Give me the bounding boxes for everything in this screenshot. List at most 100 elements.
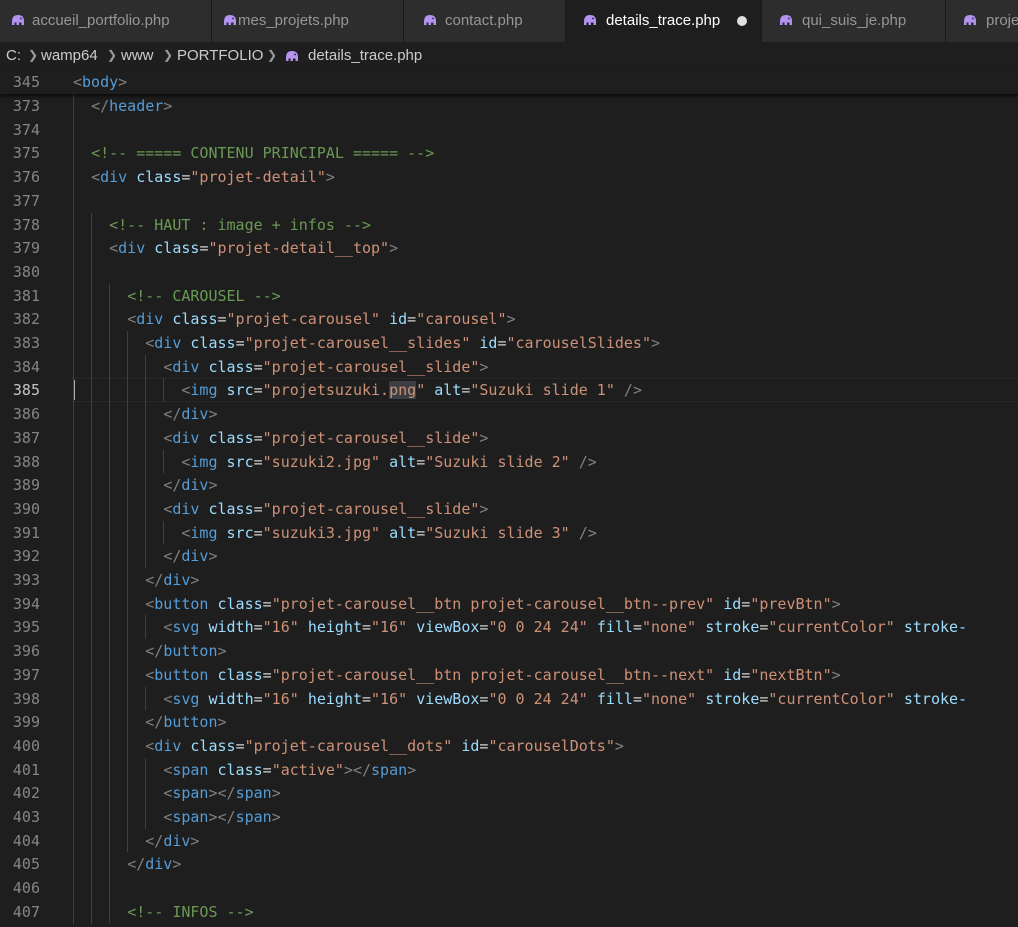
line-number: 384 xyxy=(12,357,40,376)
breadcrumb-folder-www[interactable]: www xyxy=(121,47,154,64)
code-line[interactable]: 384 <div class="projet-carousel__slide"> xyxy=(0,355,1018,379)
code-line[interactable]: 405 </div> xyxy=(0,852,1018,876)
php-elephant-icon xyxy=(12,15,24,25)
code-line[interactable]: 388 <img src="suzuki2.jpg" alt="Suzuki s… xyxy=(0,450,1018,474)
indent-guide xyxy=(163,449,164,474)
code-line[interactable]: 376 <div class="projet-detail"> xyxy=(0,165,1018,189)
code-line[interactable]: 385 <img src="projetsuzuki.png" alt="Suz… xyxy=(0,378,1018,403)
line-number: 407 xyxy=(12,902,40,921)
code-line[interactable]: 374 xyxy=(0,118,1018,142)
tab-label: accueil_portfolio.php xyxy=(32,12,170,29)
indent-guide xyxy=(163,520,164,545)
code-line[interactable]: 401 <span class="active"></span> xyxy=(0,758,1018,782)
chevron-right-icon: ❯ xyxy=(163,48,174,62)
code-text: <div class="projet-detail"> xyxy=(91,168,335,187)
code-line[interactable]: 395 <svg width="16" height="16" viewBox=… xyxy=(0,615,1018,639)
chevron-right-icon: ❯ xyxy=(28,48,39,62)
tab-mes-projets[interactable]: mes_projets.php xyxy=(212,0,404,42)
code-text: <span class="active"></span> xyxy=(163,760,417,779)
breadcrumb-drive[interactable]: C: xyxy=(6,47,21,64)
code-text: <span></span> xyxy=(163,784,281,803)
line-number: 374 xyxy=(12,120,40,139)
line-number: 404 xyxy=(12,831,40,850)
indent-guide xyxy=(145,615,146,640)
code-line[interactable]: 377 xyxy=(0,189,1018,213)
code-line[interactable]: 398 <svg width="16" height="16" viewBox=… xyxy=(0,687,1018,711)
line-number: 389 xyxy=(12,476,40,495)
code-text: <div class="projet-carousel__slide"> xyxy=(163,357,489,376)
tab-projets-partial[interactable]: proje xyxy=(946,0,1018,42)
tab-contact[interactable]: contact.php xyxy=(404,0,566,42)
code-line[interactable]: 390 <div class="projet-carousel__slide"> xyxy=(0,497,1018,521)
breadcrumb-file[interactable]: details_trace.php xyxy=(308,47,422,64)
tab-label: contact.php xyxy=(445,12,523,29)
tab-qui-suis-je[interactable]: qui_suis_je.php xyxy=(762,0,946,42)
line-number: 394 xyxy=(12,594,40,613)
code-line[interactable]: 403 <span></span> xyxy=(0,805,1018,829)
chevron-right-icon: ❯ xyxy=(267,48,278,62)
code-line[interactable]: 382 <div class="projet-carousel" id="car… xyxy=(0,307,1018,331)
line-number: 375 xyxy=(12,144,40,163)
code-line[interactable]: 399 </button> xyxy=(0,710,1018,734)
code-line[interactable]: 373 </header> xyxy=(0,94,1018,118)
indent-guide xyxy=(145,686,146,711)
code-line[interactable]: 389 </div> xyxy=(0,473,1018,497)
code-line[interactable]: 393 </div> xyxy=(0,568,1018,592)
code-text: <!-- HAUT : image + infos --> xyxy=(109,215,372,234)
code-line[interactable]: 391 <img src="suzuki3.jpg" alt="Suzuki s… xyxy=(0,521,1018,545)
code-line[interactable]: 396 </button> xyxy=(0,639,1018,663)
breadcrumb: C: ❯ wamp64 ❯ www ❯ PORTFOLIO ❯ details_… xyxy=(0,42,1018,70)
tab-details-trace[interactable]: details_trace.php xyxy=(566,0,762,42)
sticky-code: <body> xyxy=(73,73,128,91)
line-number: 385 xyxy=(12,381,40,400)
line-number: 387 xyxy=(12,428,40,447)
breadcrumb-folder-wamp64[interactable]: wamp64 xyxy=(41,47,98,64)
line-number: 403 xyxy=(12,808,40,826)
code-line[interactable]: 407 <!-- INFOS --> xyxy=(0,900,1018,924)
php-elephant-icon xyxy=(286,51,298,61)
sticky-scroll-line[interactable]: 345 <body> xyxy=(0,70,1018,94)
code-text: <svg width="16" height="16" viewBox="0 0… xyxy=(163,689,968,708)
code-line[interactable]: 397 <button class="projet-carousel__btn … xyxy=(0,663,1018,687)
code-text: <span></span> xyxy=(163,808,281,826)
line-number: 393 xyxy=(12,571,40,589)
code-line[interactable]: 380 xyxy=(0,260,1018,284)
line-number: 395 xyxy=(12,618,40,637)
editor-tab-bar: accueil_portfolio.php mes_projets.php co… xyxy=(0,0,1018,42)
code-text: <button class="projet-carousel__btn proj… xyxy=(145,665,841,684)
code-editor[interactable]: 373 </header> 374 375 <!-- ===== CONTENU P… xyxy=(0,94,1018,927)
code-line[interactable]: 394 <button class="projet-carousel__btn … xyxy=(0,592,1018,616)
breadcrumb-folder-portfolio[interactable]: PORTFOLIO xyxy=(177,47,263,64)
php-elephant-icon xyxy=(584,15,596,25)
code-line[interactable]: 404 </div> xyxy=(0,829,1018,853)
line-number: 406 xyxy=(12,879,40,898)
code-line[interactable]: 378 <!-- HAUT : image + infos --> xyxy=(0,213,1018,237)
code-line[interactable]: 392 </div> xyxy=(0,544,1018,568)
code-text: <img src="suzuki2.jpg" alt="Suzuki slide… xyxy=(181,452,597,471)
code-line[interactable]: 379 <div class="projet-detail__top"> xyxy=(0,236,1018,260)
code-line[interactable]: 386 </div> xyxy=(0,402,1018,426)
tab-label: mes_projets.php xyxy=(238,12,349,29)
code-text: <img src="suzuki3.jpg" alt="Suzuki slide… xyxy=(181,523,597,542)
line-number: 402 xyxy=(12,784,40,803)
line-number: 378 xyxy=(12,215,40,234)
code-line[interactable]: 402 <span></span> xyxy=(0,781,1018,805)
code-line[interactable]: 381 <!-- CAROUSEL --> xyxy=(0,284,1018,308)
code-line[interactable]: 383 <div class="projet-carousel__slides"… xyxy=(0,331,1018,355)
code-line[interactable]: 400 <div class="projet-carousel__dots" i… xyxy=(0,734,1018,758)
tab-accueil-portfolio[interactable]: accueil_portfolio.php xyxy=(0,0,212,42)
unsaved-dot-icon[interactable] xyxy=(737,16,747,26)
code-line[interactable]: 406 xyxy=(0,876,1018,900)
indent-guide xyxy=(145,757,146,829)
line-number: 399 xyxy=(12,713,40,732)
code-text: </button> xyxy=(145,713,227,732)
line-number: 383 xyxy=(12,334,40,352)
line-number: 392 xyxy=(12,547,40,566)
line-number: 377 xyxy=(12,191,40,210)
line-number: 396 xyxy=(12,642,40,661)
code-line[interactable]: 387 <div class="projet-carousel__slide"> xyxy=(0,426,1018,450)
line-number: 386 xyxy=(12,405,40,424)
code-text: </button> xyxy=(145,642,227,661)
code-line[interactable]: 375 <!-- ===== CONTENU PRINCIPAL ===== -… xyxy=(0,141,1018,165)
line-number: 380 xyxy=(12,262,40,281)
